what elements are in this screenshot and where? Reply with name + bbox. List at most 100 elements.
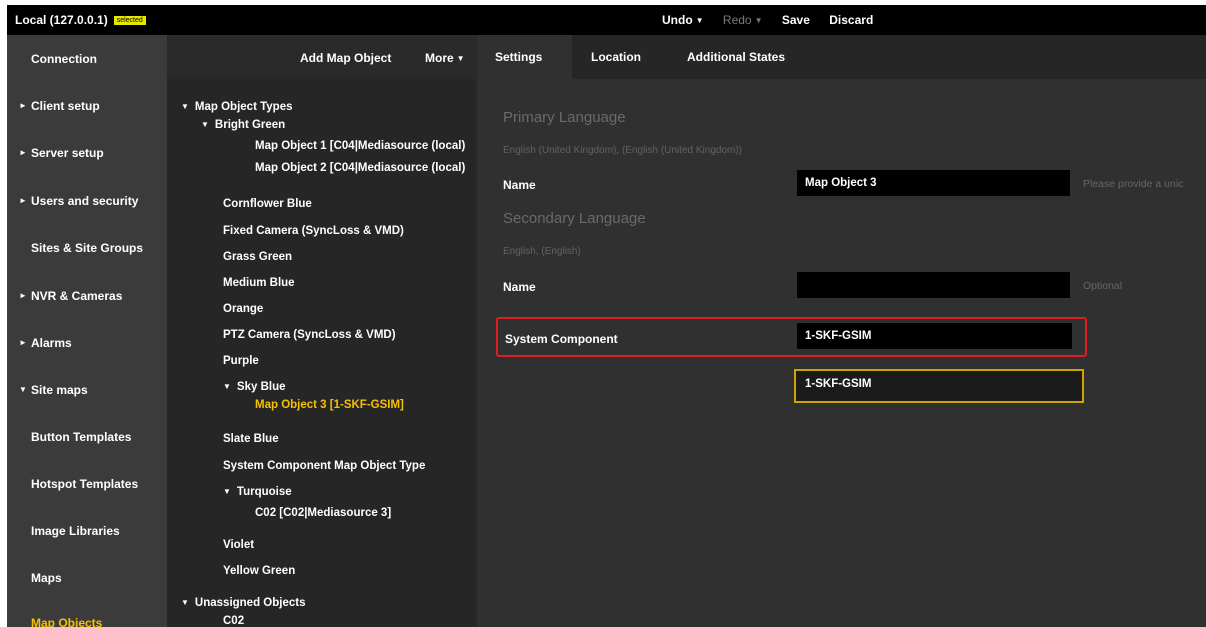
chevron-right-icon: ►	[19, 196, 27, 205]
tree-node-map-object-2[interactable]: Map Object 2 [C04|Mediasource (local)	[255, 162, 465, 174]
expand-caret-icon: ▼	[181, 598, 189, 607]
tree-node-label: Unassigned Objects	[194, 597, 306, 609]
nav-item-map-objects[interactable]: Map Objects	[7, 599, 167, 627]
nav-item-sites[interactable]: Sites & Site Groups	[7, 224, 167, 271]
tree-node-c02-mediasource[interactable]: C02 [C02|Mediasource 3]	[255, 507, 391, 519]
tree-node-unassigned-objects[interactable]: ▼ Unassigned Objects	[181, 597, 305, 609]
tree-node-map-object-types[interactable]: ▼ Map Object Types	[181, 101, 292, 113]
primary-name-input[interactable]	[797, 170, 1070, 196]
top-bar: Local (127.0.0.1) selected Undo ▼ Redo ▼ Sa…	[7, 5, 1206, 35]
tree-node-label: Cornflower Blue	[223, 198, 312, 210]
app-window: Local (127.0.0.1) selected Undo ▼ Redo ▼ Sa…	[7, 5, 1206, 627]
secondary-language-subtitle: English, (English)	[503, 246, 581, 257]
chevron-right-icon: ►	[19, 291, 27, 300]
tree-node-turquoise[interactable]: ▼ Turquoise	[223, 486, 292, 498]
redo-label: Redo	[722, 13, 752, 27]
tree-node-label: Purple	[223, 355, 259, 367]
nav-item-label: Image Libraries	[31, 523, 120, 538]
tree-node-slate-blue[interactable]: Slate Blue	[223, 433, 279, 445]
selected-badge: selected	[113, 16, 146, 25]
tree-node-label: Orange	[223, 303, 264, 315]
tree-node-ptz-camera[interactable]: PTZ Camera (SyncLoss & VMD)	[223, 329, 396, 341]
primary-language-subtitle: English (United Kingdom), (English (Unit…	[503, 145, 742, 156]
tree-node-label: C02	[223, 615, 245, 627]
tab-settings[interactable]: Settings	[477, 35, 572, 79]
tree-node-label: System Component Map Object Type	[223, 460, 426, 472]
tree-node-label: Violet	[223, 539, 255, 551]
tree-node-label: PTZ Camera (SyncLoss & VMD)	[223, 329, 396, 341]
expand-caret-icon: ▼	[223, 487, 231, 496]
tab-location[interactable]: Location	[591, 35, 641, 79]
tree-node-label: Fixed Camera (SyncLoss & VMD)	[223, 225, 404, 237]
nav-item-label: Server setup	[31, 145, 104, 160]
expand-caret-icon: ▼	[181, 102, 189, 111]
save-button[interactable]: Save	[782, 13, 810, 27]
tree-node-yellow-green[interactable]: Yellow Green	[223, 565, 295, 577]
chevron-right-icon: ►	[19, 148, 27, 157]
secondary-name-hint: Optional	[1083, 280, 1123, 292]
tree-node-grass-green[interactable]: Grass Green	[223, 251, 292, 263]
tree-node-map-object-1[interactable]: Map Object 1 [C04|Mediasource (local)	[255, 140, 465, 152]
tree-node-c02[interactable]: C02	[223, 615, 244, 627]
tab-additional-states[interactable]: Additional States	[687, 35, 785, 79]
nav-item-image-libraries[interactable]: Image Libraries	[7, 507, 167, 554]
map-object-tree-panel: Add Map Object More ▼ ▼ Map Object Types ▼…	[167, 35, 477, 627]
tree-node-label: Slate Blue	[223, 433, 279, 445]
more-button[interactable]: More ▼	[425, 51, 465, 65]
nav-item-server-setup[interactable]: ► Server setup	[7, 129, 167, 176]
nav-item-alarms[interactable]: ► Alarms	[7, 319, 167, 366]
toolbar-actions: Undo ▼ Redo ▼ Save Discard	[662, 13, 889, 27]
undo-button[interactable]: Undo ▼	[662, 13, 704, 27]
nav-item-label: Sites & Site Groups	[31, 240, 144, 255]
nav-item-nvr-cameras[interactable]: ► NVR & Cameras	[7, 272, 167, 319]
tree-node-cornflower-blue[interactable]: Cornflower Blue	[223, 198, 312, 210]
tree-node-medium-blue[interactable]: Medium Blue	[223, 277, 295, 289]
discard-button[interactable]: Discard	[829, 13, 873, 27]
secondary-language-title: Secondary Language	[503, 210, 646, 227]
nav-item-hotspot-templates[interactable]: Hotspot Templates	[7, 460, 167, 507]
tree-node-label: Map Object 2 [C04|Mediasource (local)	[255, 162, 466, 174]
nav-item-label: Site maps	[31, 382, 88, 397]
tree-node-map-object-3[interactable]: Map Object 3 [1-SKF-GSIM]	[255, 399, 404, 411]
tree-node-violet[interactable]: Violet	[223, 539, 254, 551]
redo-button[interactable]: Redo ▼	[723, 13, 763, 27]
undo-label: Undo	[662, 13, 693, 27]
tree-node-fixed-camera[interactable]: Fixed Camera (SyncLoss & VMD)	[223, 225, 404, 237]
tree-node-sky-blue[interactable]: ▼ Sky Blue	[223, 381, 286, 393]
chevron-down-icon: ▼	[19, 385, 27, 394]
nav-item-label: Alarms	[31, 335, 72, 350]
tree-node-purple[interactable]: Purple	[223, 355, 259, 367]
nav-item-maps[interactable]: Maps	[7, 554, 167, 601]
system-component-label: System Component	[505, 332, 618, 346]
chevron-down-icon: ▼	[695, 16, 704, 25]
tree-toolbar: Add Map Object More ▼	[167, 35, 477, 79]
tab-bar: Settings Location Additional States	[477, 35, 1206, 79]
add-map-object-button[interactable]: Add Map Object	[300, 51, 391, 65]
tree-node-bright-green[interactable]: ▼ Bright Green	[201, 119, 285, 131]
system-component-input[interactable]	[797, 323, 1072, 349]
nav-item-button-templates[interactable]: Button Templates	[7, 413, 167, 460]
tree-node-label: Turquoise	[236, 486, 292, 498]
more-label: More	[425, 51, 454, 65]
tree-node-label: Map Object 1 [C04|Mediasource (local)	[255, 140, 466, 152]
tree-node-label: C02 [C02|Mediasource 3]	[255, 507, 392, 519]
expand-caret-icon: ▼	[201, 120, 209, 129]
system-component-suggestion[interactable]: 1-SKF-GSIM	[794, 369, 1084, 403]
nav-item-users-and-security[interactable]: ► Users and security	[7, 177, 167, 224]
nav-item-label: Hotspot Templates	[31, 476, 139, 491]
nav-item-connection[interactable]: Connection	[7, 35, 167, 82]
nav-item-client-setup[interactable]: ► Client setup	[7, 82, 167, 129]
nav-item-label: Map Objects	[31, 615, 103, 627]
secondary-name-input[interactable]	[797, 272, 1070, 298]
primary-name-hint: Please provide a unic	[1083, 178, 1184, 190]
connection-selector[interactable]: Local (127.0.0.1) selected	[15, 13, 146, 27]
nav-item-site-maps[interactable]: ▼ Site maps	[7, 366, 167, 413]
connection-label: Local (127.0.0.1)	[15, 13, 108, 27]
primary-name-label: Name	[503, 178, 536, 192]
primary-language-title: Primary Language	[503, 109, 626, 126]
chevron-down-icon: ▼	[754, 16, 763, 25]
tree-node-orange[interactable]: Orange	[223, 303, 263, 315]
nav-item-label: NVR & Cameras	[31, 288, 123, 303]
secondary-name-label: Name	[503, 280, 536, 294]
tree-node-system-component-type[interactable]: System Component Map Object Type	[223, 460, 425, 472]
